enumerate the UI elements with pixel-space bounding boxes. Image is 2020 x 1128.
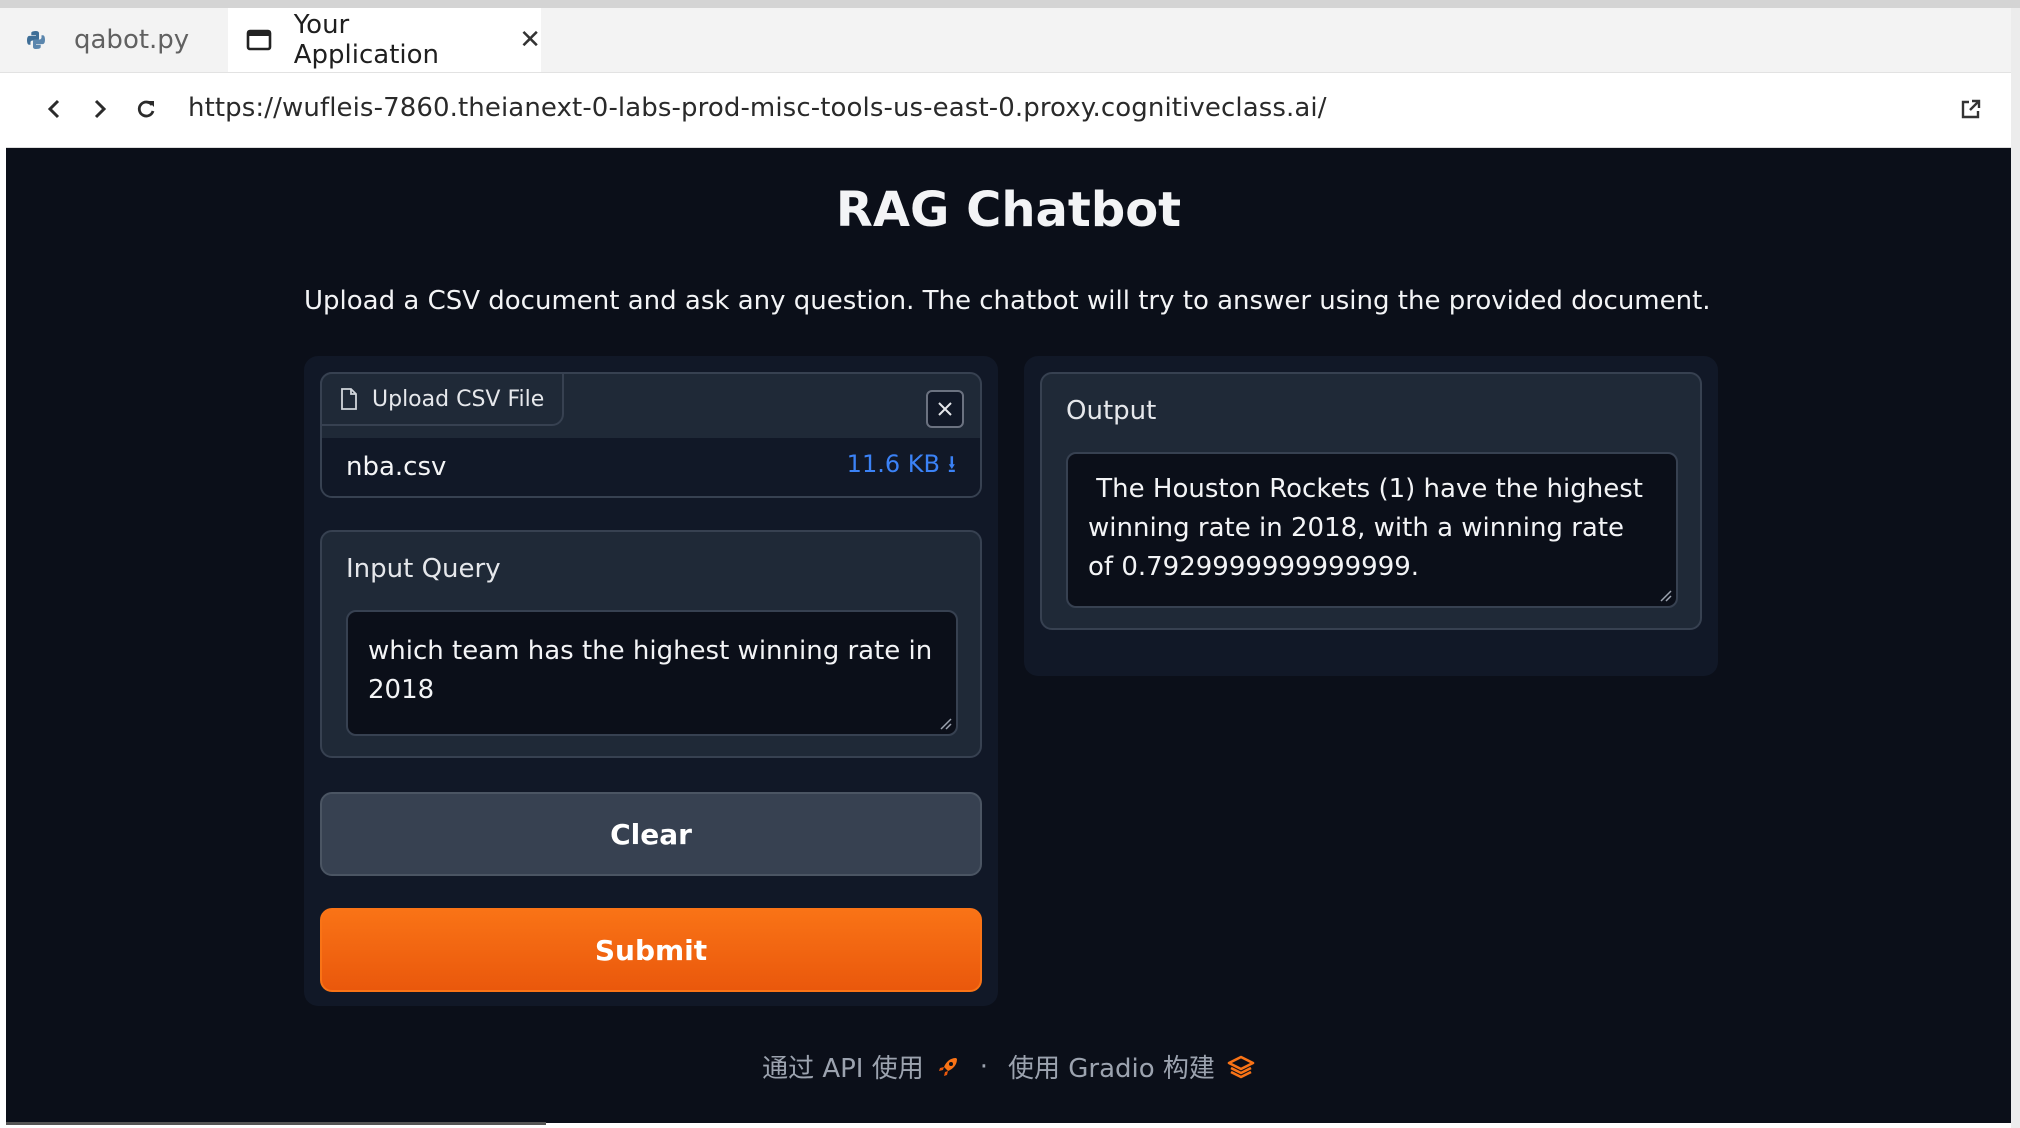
input-query-textarea[interactable]: which team has the highest winning rate … [346, 610, 958, 736]
bottom-scroll-indicator [6, 1122, 546, 1125]
gradio-logo-icon [1227, 1055, 1255, 1078]
python-icon [26, 25, 60, 55]
uploaded-file-row: nba.csv 11.6 KB ⭳ [322, 438, 980, 496]
footer-separator: · [979, 1051, 988, 1082]
output-value: The Houston Rockets (1) have the highest… [1088, 474, 1652, 582]
reload-icon [137, 100, 155, 118]
open-external-button[interactable] [1953, 91, 1989, 127]
file-upload-label: Upload CSV File [320, 372, 565, 426]
window-top-strip [0, 0, 2020, 8]
window-icon [246, 25, 280, 55]
tab-qabot[interactable]: qabot.py [0, 8, 224, 72]
remove-file-button[interactable] [926, 390, 964, 428]
output-textarea[interactable]: The Houston Rockets (1) have the highest… [1066, 452, 1678, 608]
output-block: Output The Houston Rockets (1) have the … [1040, 372, 1702, 630]
forward-button[interactable] [80, 89, 120, 129]
file-upload[interactable]: Upload CSV File nba.csv 11.6 KB ⭳ [320, 372, 982, 498]
download-icon: ⭳ [947, 449, 956, 478]
page-description: Upload a CSV document and ask any questi… [304, 286, 1711, 316]
clear-button[interactable]: Clear [320, 792, 982, 876]
use-via-api-text: 通过 API 使用 [762, 1054, 924, 1084]
input-panel: Upload CSV File nba.csv 11.6 KB ⭳ Input … [304, 356, 998, 1006]
submit-button[interactable]: Submit [320, 908, 982, 992]
output-panel: Output The Houston Rockets (1) have the … [1024, 356, 1718, 676]
address-bar: https://wufleis-7860.theianext-0-labs-pr… [6, 73, 2011, 148]
built-with-gradio-link[interactable]: 使用 Gradio 构建 [1008, 1048, 1255, 1085]
back-button[interactable] [34, 89, 74, 129]
page-title: RAG Chatbot [835, 182, 1182, 238]
file-name: nba.csv [346, 452, 447, 482]
tab-your-application[interactable]: Your Application ✕ [228, 8, 541, 72]
resize-handle-icon[interactable] [1658, 588, 1672, 602]
file-download-link[interactable]: 11.6 KB ⭳ [847, 447, 956, 488]
window-edge [2011, 8, 2020, 1128]
footer: 通过 API 使用 · 使用 Gradio 构建 [6, 1048, 2011, 1085]
file-icon [341, 388, 357, 410]
tab-bar: qabot.py Your Application ✕ [0, 8, 2011, 73]
chevron-right-icon [94, 99, 107, 119]
use-via-api-link[interactable]: 通过 API 使用 [762, 1048, 960, 1085]
input-query-block: Input Query which team has the highest w… [320, 530, 982, 758]
tab-label: Your Application [293, 10, 440, 70]
input-query-label: Input Query [346, 554, 501, 584]
output-label: Output [1066, 396, 1157, 426]
file-upload-label-text: Upload CSV File [372, 386, 545, 412]
input-query-value: which team has the highest winning rate … [368, 636, 933, 705]
rocket-icon [938, 1057, 957, 1076]
tab-label: qabot.py [74, 25, 190, 55]
close-icon [938, 402, 952, 416]
close-tab-icon[interactable]: ✕ [519, 25, 541, 55]
chevron-left-icon [47, 99, 60, 119]
reload-button[interactable] [126, 89, 166, 129]
built-with-gradio-text: 使用 Gradio 构建 [1008, 1054, 1215, 1084]
external-link-icon [1961, 99, 1981, 119]
gradio-app: RAG Chatbot Upload a CSV document and as… [6, 148, 2011, 1123]
resize-handle-icon[interactable] [938, 716, 952, 730]
file-size: 11.6 KB [846, 449, 940, 478]
url-text[interactable]: https://wufleis-7860.theianext-0-labs-pr… [188, 93, 1327, 123]
